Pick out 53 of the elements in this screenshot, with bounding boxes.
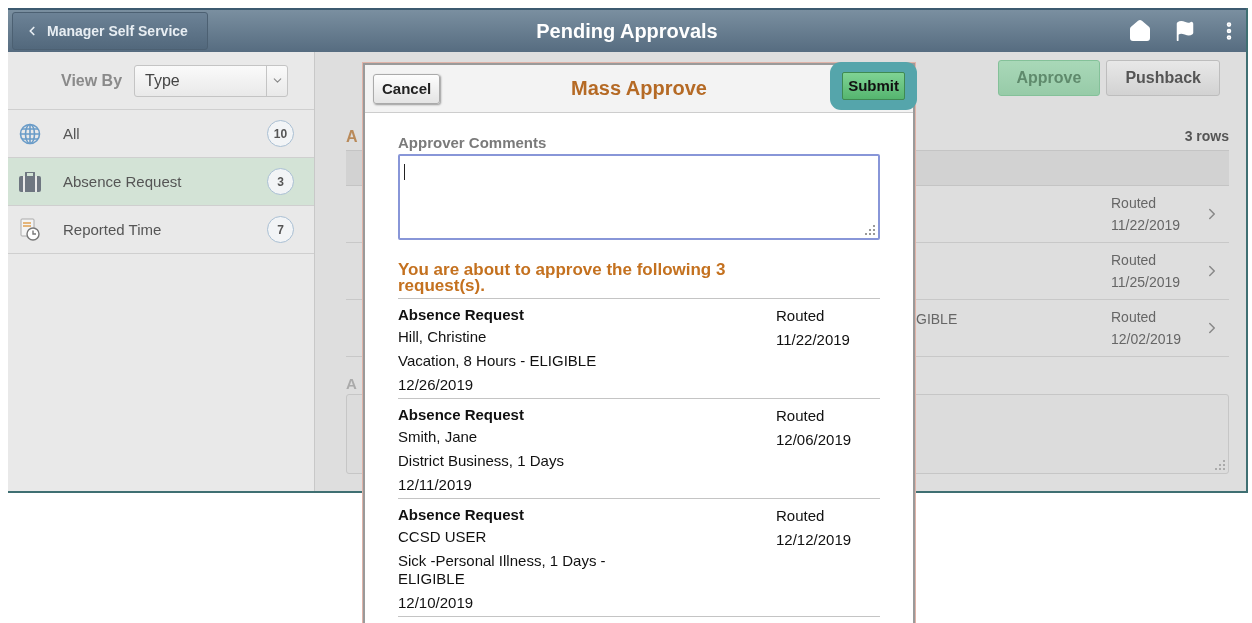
dialog-title: Mass Approve (571, 77, 707, 100)
table-cell: GIBLE (916, 311, 958, 327)
status-text: Routed (1111, 252, 1158, 268)
request-type: Absence Request (398, 305, 525, 325)
cancel-button[interactable]: Cancel (373, 73, 441, 104)
sidebar-item-label: Absence Request (63, 173, 183, 190)
sidebar-item-label: Reported Time (63, 221, 163, 238)
date-text: 11/22/2019 (1111, 217, 1182, 233)
request-date: 12/10/2019 (398, 593, 475, 613)
status-text: Routed (1111, 195, 1158, 211)
request-type: Absence Request (398, 505, 525, 525)
request-type: Absence Request (398, 405, 525, 425)
status-text: Routed (1111, 309, 1158, 325)
date-text: 11/25/2019 (1111, 274, 1182, 290)
flag-icon[interactable] (1174, 20, 1196, 42)
request-detail: District Business, 1 Days (398, 451, 565, 471)
view-by-label: View By (61, 71, 123, 90)
sidebar-item[interactable]: Reported Time 7 (8, 206, 314, 254)
status-text: Routed (776, 506, 826, 526)
pushback-button[interactable]: Pushback (1106, 60, 1220, 96)
home-icon[interactable] (1128, 19, 1152, 43)
approval-message: You are about to approve the following 3 request(s). (398, 262, 727, 297)
request-date: 12/26/2019 (398, 375, 475, 395)
date-text: 12/06/2019 (776, 430, 853, 450)
section-heading: A (346, 128, 358, 146)
date-text: 12/02/2019 (1111, 331, 1183, 347)
timesheet-clock-icon (19, 217, 41, 242)
page-title: Pending Approvals (536, 19, 718, 43)
status-text: Routed (776, 406, 826, 426)
request-detail: Sick -Personal Illness, 1 Days - ELIGIBLE (398, 551, 607, 589)
comments-field[interactable] (398, 154, 880, 240)
back-button[interactable]: Manager Self Service (12, 12, 208, 50)
date-text: 11/22/2019 (776, 330, 851, 350)
count-badge: 3 (267, 168, 294, 195)
status-text: Routed (776, 306, 826, 326)
row-count: 3 rows (1184, 128, 1229, 146)
field-label: Approver Comments (398, 134, 548, 151)
employee-name: Hill, Christine (398, 327, 488, 347)
employee-name: Smith, Jane (398, 427, 479, 447)
date-text: 12/12/2019 (776, 530, 853, 550)
resize-grip-icon (1215, 460, 1225, 470)
submit-button[interactable]: Submit (842, 71, 905, 100)
count-badge: 10 (267, 120, 294, 147)
request-date: 12/11/2019 (398, 475, 473, 495)
request-detail: Vacation, 8 Hours - ELIGIBLE (398, 351, 598, 371)
count-badge: 7 (267, 216, 294, 243)
sidebar-item-label: All (63, 125, 81, 142)
globe-icon (19, 122, 41, 145)
employee-name: CCSD USER (398, 527, 488, 547)
sidebar-item[interactable]: Absence Request 3 (8, 158, 314, 206)
view-by-select[interactable]: Type (134, 64, 289, 97)
resize-grip-icon (865, 225, 875, 235)
briefcase-icon (19, 171, 41, 192)
